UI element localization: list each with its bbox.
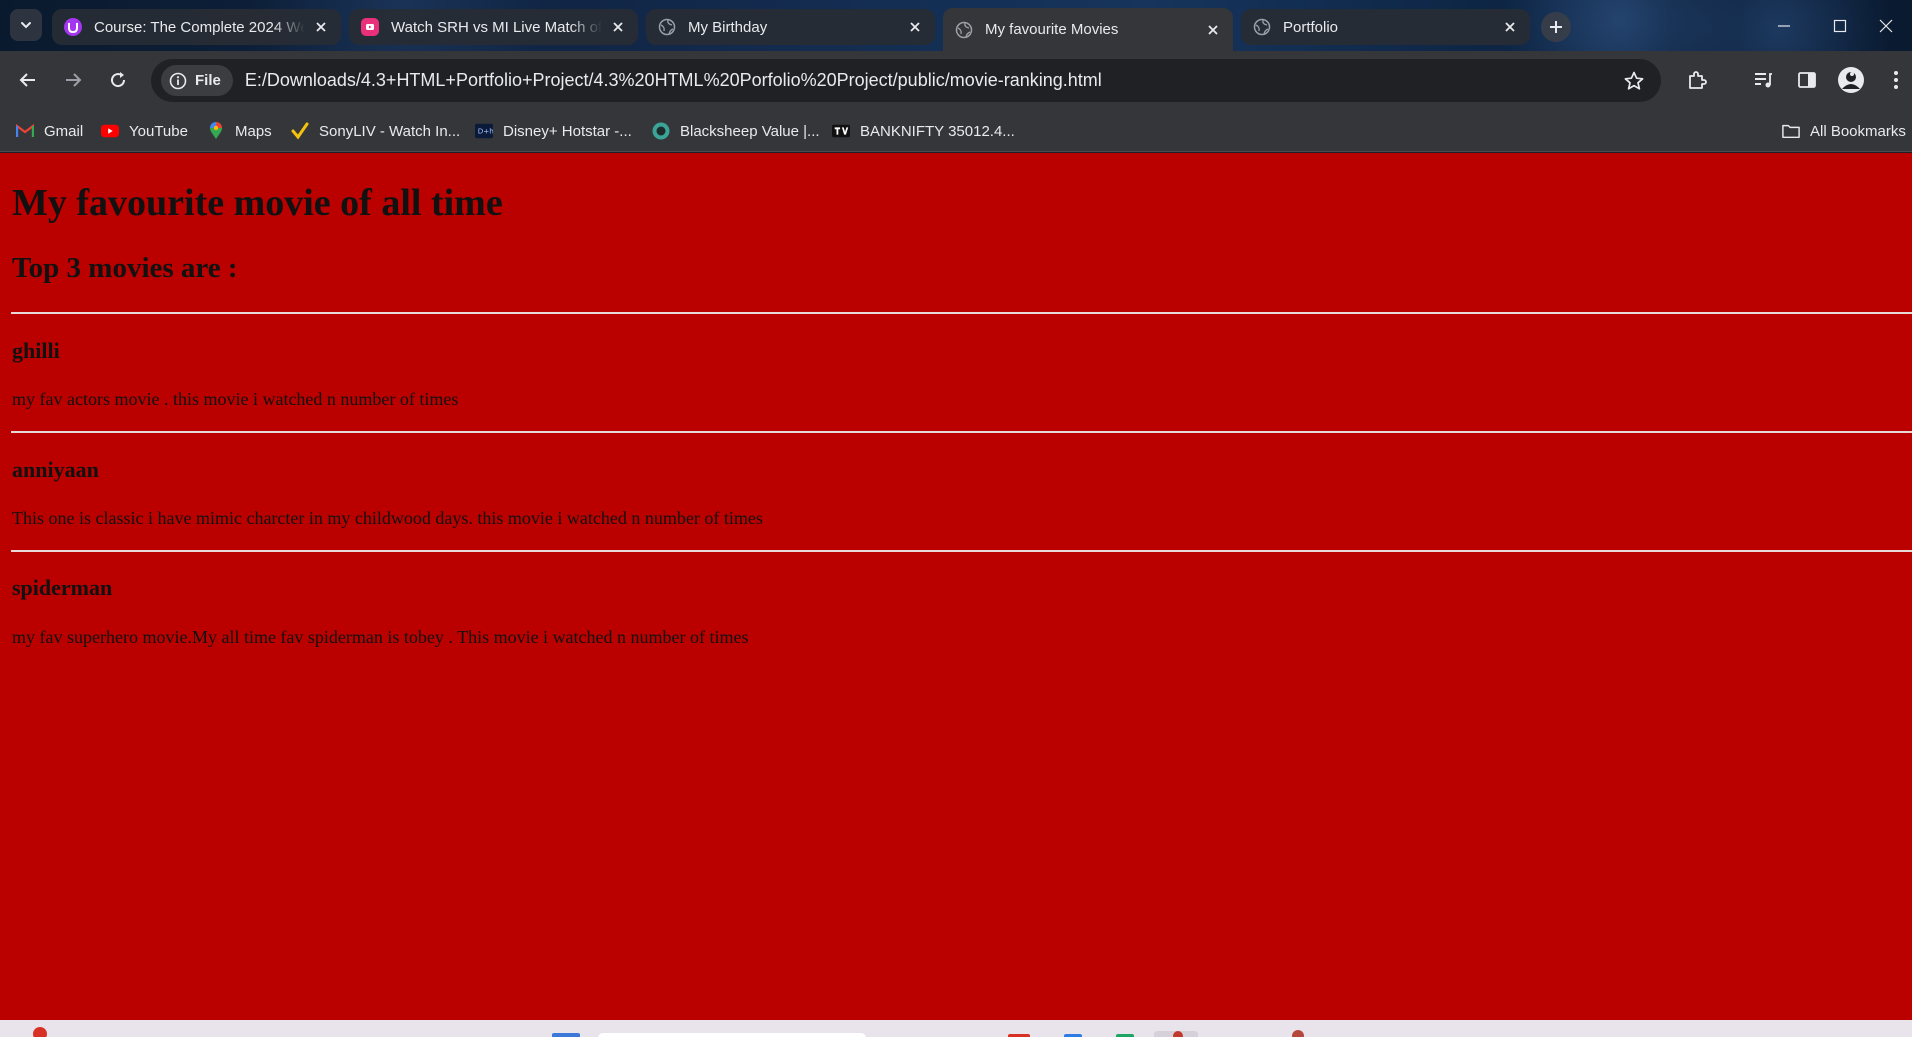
- all-bookmarks-label: All Bookmarks: [1810, 122, 1906, 140]
- bookmark-gmail[interactable]: Gmail: [16, 118, 83, 144]
- plus-icon: [1550, 21, 1562, 33]
- tab-my-favourite-movies[interactable]: My favourite Movies: [943, 8, 1233, 51]
- gmail-icon: [16, 122, 34, 140]
- back-button[interactable]: [11, 63, 45, 97]
- tab-search-button[interactable]: [10, 9, 42, 41]
- bookmark-label: YouTube: [129, 122, 188, 140]
- playlist-icon: [1755, 73, 1772, 88]
- divider: [11, 312, 1912, 314]
- streaming-icon: [361, 18, 379, 36]
- close-window-button[interactable]: [1860, 0, 1912, 51]
- extensions-button[interactable]: [1680, 63, 1714, 97]
- tab-my-birthday[interactable]: My Birthday: [646, 9, 935, 45]
- profile-button[interactable]: [1834, 63, 1868, 97]
- tradingview-icon: [832, 122, 850, 140]
- os-taskbar: [0, 1020, 1912, 1037]
- avatar-icon: [1838, 67, 1864, 93]
- taskbar-icons: [33, 1027, 1304, 1037]
- arrow-right-icon: [66, 73, 82, 87]
- maximize-icon: [1833, 19, 1847, 32]
- browser-toolbar: File E:/Downloads/4.3+HTML+Portfolio+Pro…: [0, 51, 1912, 110]
- bookmark-label: Maps: [235, 122, 272, 140]
- chevron-down-icon: [21, 22, 31, 29]
- hotstar-icon: D+h: [475, 122, 493, 140]
- youtube-icon: [101, 122, 119, 140]
- arrow-left-icon: [19, 73, 35, 87]
- divider: [11, 431, 1912, 433]
- side-panel-button[interactable]: [1790, 63, 1824, 97]
- movie-title: ghilli: [12, 338, 60, 363]
- tab-title: Portfolio: [1283, 18, 1339, 36]
- bookmark-banknifty[interactable]: BANKNIFTY 35012.4...: [832, 118, 1015, 144]
- side-panel-icon: [1798, 72, 1816, 88]
- close-icon[interactable]: [1203, 20, 1223, 40]
- more-vertical-icon: [1894, 71, 1898, 89]
- tab-watch-match[interactable]: Watch SRH vs MI Live Match of: [349, 9, 638, 45]
- divider: [11, 550, 1912, 552]
- globe-icon: [955, 21, 973, 39]
- bookmark-label: BANKNIFTY 35012.4...: [860, 122, 1015, 140]
- page-content: My favourite movie of all time Top 3 mov…: [0, 153, 1912, 1020]
- address-bar[interactable]: File E:/Downloads/4.3+HTML+Portfolio+Pro…: [151, 59, 1661, 102]
- movie-title: anniyaan: [12, 457, 99, 482]
- tab-course[interactable]: Course: The Complete 2024 Web Developmen…: [52, 9, 341, 45]
- tab-strip: Course: The Complete 2024 Web Developmen…: [0, 0, 1912, 51]
- bookmark-label: Blacksheep Value |...: [680, 122, 820, 140]
- info-icon: [169, 72, 187, 89]
- tab-portfolio[interactable]: Portfolio: [1241, 9, 1530, 45]
- movie-description: This one is classic i have mimic charcte…: [12, 508, 763, 528]
- bookmark-hotstar[interactable]: D+h Disney+ Hotstar -...: [475, 118, 632, 144]
- udemy-icon: [64, 18, 82, 36]
- bookmark-youtube[interactable]: YouTube: [101, 118, 188, 144]
- bookmark-label: Disney+ Hotstar -...: [503, 122, 632, 140]
- bookmark-blacksheep[interactable]: Blacksheep Value |...: [652, 118, 820, 144]
- tab-title: Course: The Complete 2024 Web Developmen…: [94, 18, 305, 36]
- bookmarks-bar: Gmail YouTube Maps SonyLIV - Watch In...…: [0, 110, 1912, 152]
- reload-icon: [111, 72, 126, 88]
- globe-icon: [658, 18, 676, 36]
- all-bookmarks-button[interactable]: All Bookmarks: [1782, 118, 1906, 144]
- menu-button[interactable]: [1883, 63, 1909, 97]
- puzzle-icon: [1689, 71, 1707, 89]
- globe-icon: [1253, 18, 1271, 36]
- movie-description: my fav superhero movie.My all time fav s…: [12, 627, 749, 647]
- sonyliv-icon: [291, 122, 309, 140]
- new-tab-button[interactable]: [1541, 12, 1571, 42]
- star-icon: [1624, 71, 1644, 90]
- bookmark-label: Gmail: [44, 122, 84, 140]
- bookmark-maps[interactable]: Maps: [207, 118, 272, 144]
- page-heading: My favourite movie of all time: [12, 182, 503, 224]
- chip-label: File: [195, 72, 221, 89]
- bookmark-label: SonyLIV - Watch In...: [319, 122, 461, 140]
- movie-description: my fav actors movie . this movie i watch…: [12, 389, 459, 409]
- reload-button[interactable]: [101, 63, 135, 97]
- media-control-button[interactable]: [1746, 63, 1780, 97]
- close-icon: [1879, 19, 1893, 32]
- tab-title: My Birthday: [688, 18, 768, 36]
- close-icon[interactable]: [1500, 17, 1520, 37]
- blacksheep-icon: [652, 122, 670, 140]
- tab-title: My favourite Movies: [985, 21, 1119, 38]
- folder-icon: [1782, 122, 1800, 140]
- minimize-icon: [1778, 24, 1790, 27]
- minimize-button[interactable]: [1756, 0, 1812, 51]
- tab-title: Watch SRH vs MI Live Match of: [391, 18, 602, 36]
- close-icon[interactable]: [608, 17, 628, 37]
- forward-button[interactable]: [56, 63, 90, 97]
- page-subheading: Top 3 movies are :: [12, 252, 238, 284]
- bookmark-sonyliv[interactable]: SonyLIV - Watch In...: [291, 118, 460, 144]
- movie-title: spiderman: [12, 575, 113, 600]
- bookmark-star-button[interactable]: [1621, 68, 1647, 94]
- maps-icon: [207, 122, 225, 140]
- close-icon[interactable]: [311, 17, 331, 37]
- url-text[interactable]: E:/Downloads/4.3+HTML+Portfolio+Project/…: [245, 70, 1102, 91]
- svg-text:D+h: D+h: [478, 127, 493, 136]
- close-icon[interactable]: [905, 17, 925, 37]
- site-info-chip[interactable]: File: [161, 65, 233, 96]
